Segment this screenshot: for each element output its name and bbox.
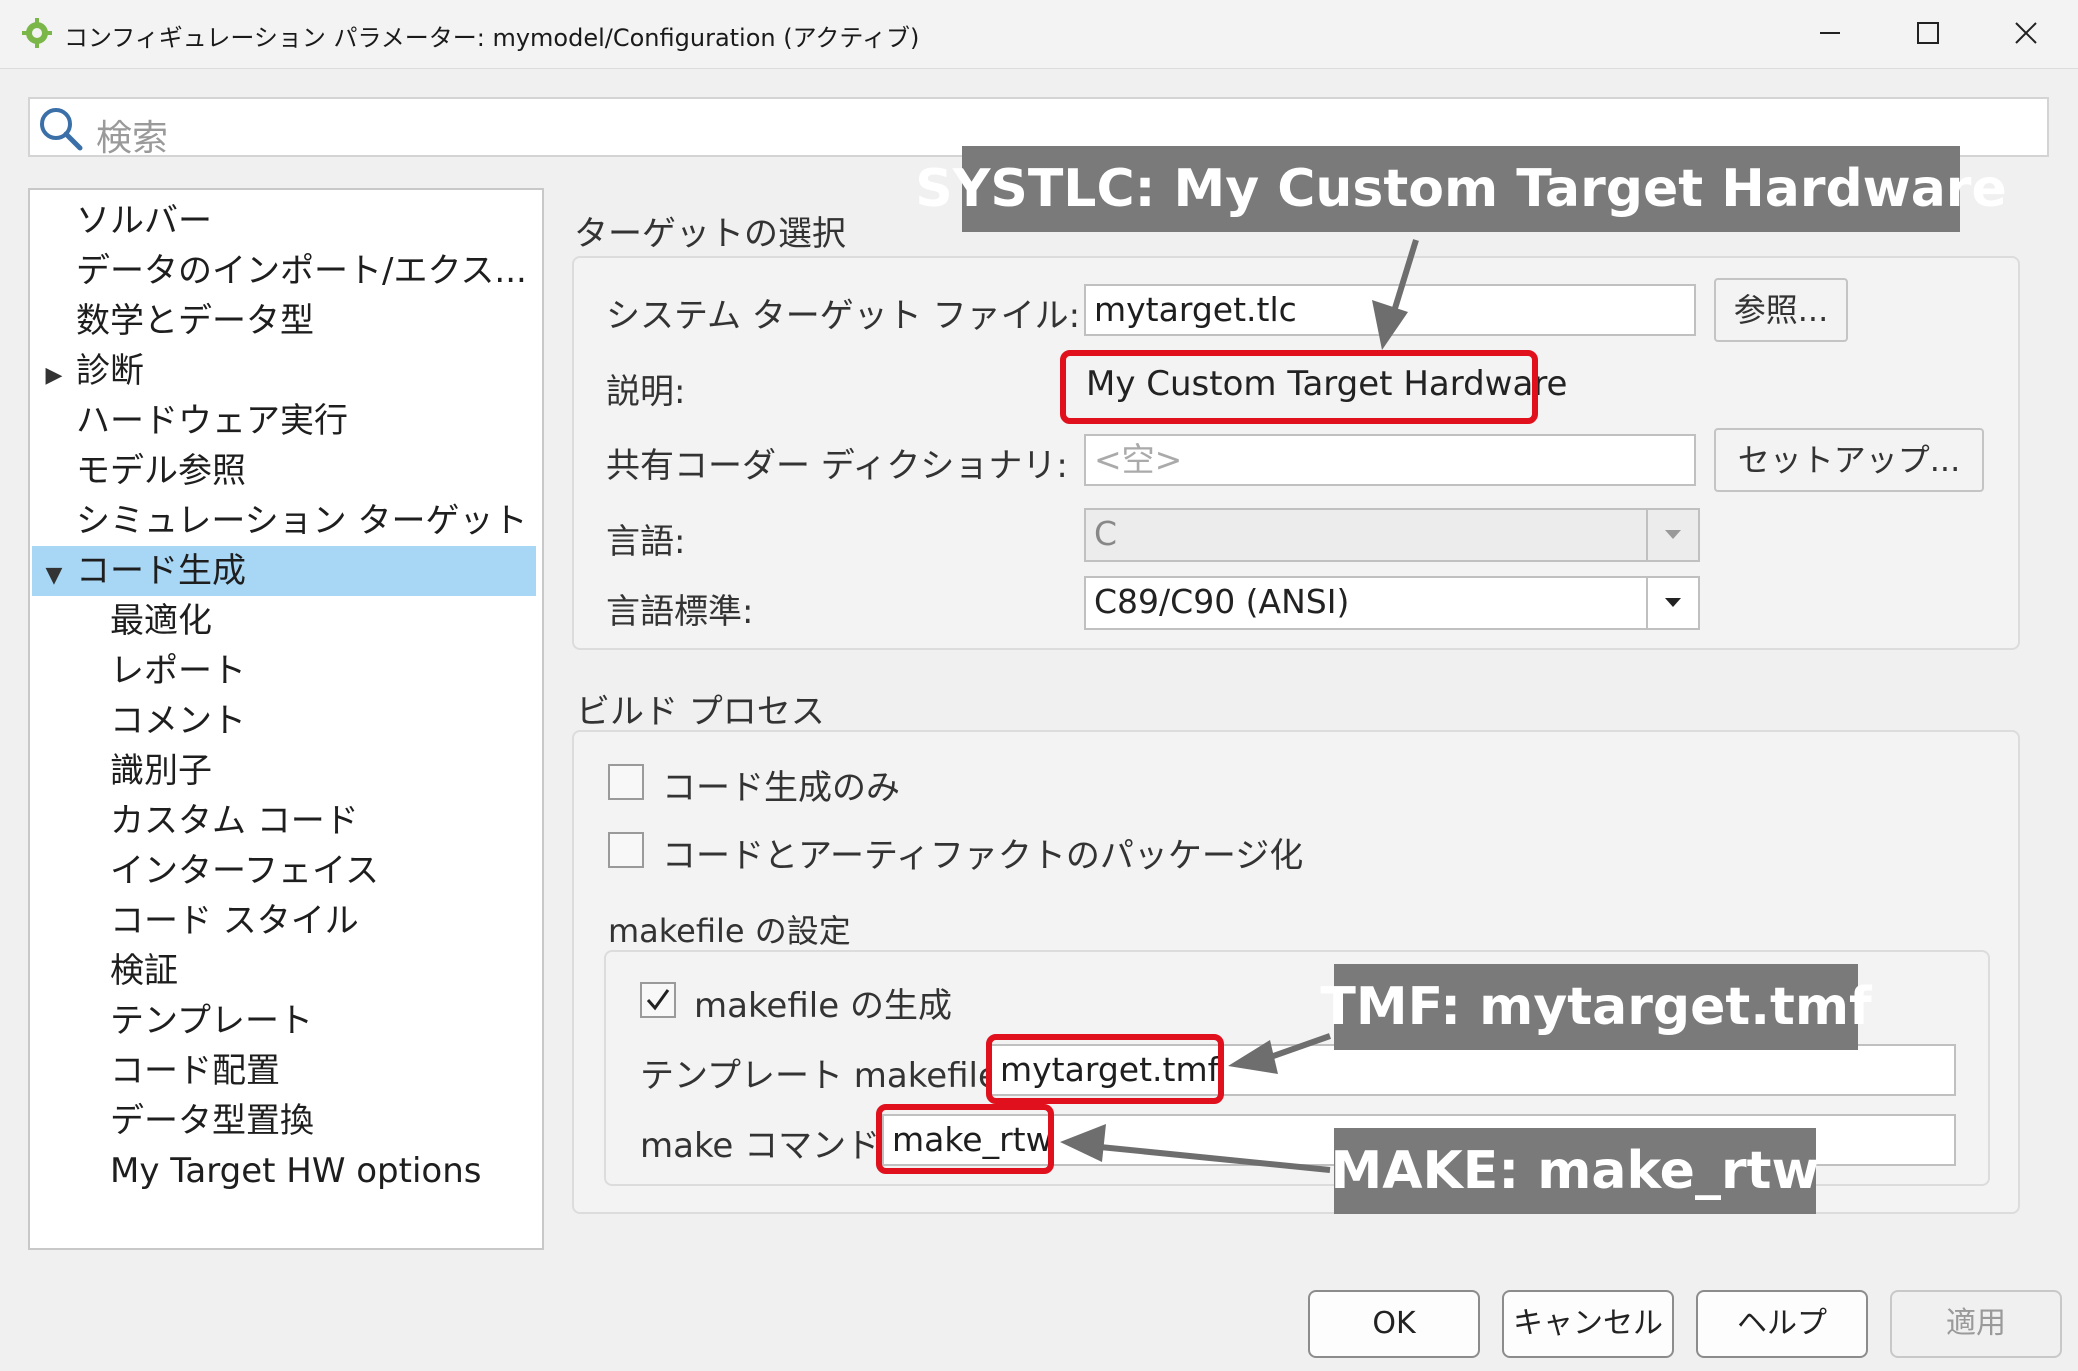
language-dropdown-button <box>1646 510 1698 560</box>
generate-makefile-checkbox[interactable] <box>640 982 676 1018</box>
language-select: C <box>1084 508 1700 562</box>
tree-item-data-type-replacement[interactable]: データ型置換 <box>32 1096 536 1146</box>
tree-item-code-style[interactable]: コード スタイル <box>32 896 536 946</box>
search-icon <box>40 108 83 151</box>
tree-item-my-target-hw-options[interactable]: My Target HW options <box>32 1146 536 1196</box>
package-label: コードとアーティファクトのパッケージ化 <box>662 836 1304 876</box>
gear-app-icon <box>22 18 52 48</box>
chevron-down-icon <box>1665 598 1681 607</box>
window-title: コンフィギュレーション パラメーター: mymodel/Configuratio… <box>64 24 920 52</box>
tree-item-interface[interactable]: インターフェイス <box>32 846 536 896</box>
description-highlight <box>1060 350 1538 424</box>
systlc-callout: SYSTLC: My Custom Target Hardware <box>915 146 2007 232</box>
language-label: 言語: <box>606 522 686 562</box>
make-callout: MAKE: make_rtw <box>1331 1128 1820 1214</box>
tree-item-diagnostics[interactable]: ▶ 診断 <box>32 346 536 396</box>
collapse-arrow-icon[interactable]: ▼ <box>32 551 76 601</box>
tree-item-data-import-export[interactable]: データのインポート/エクス... <box>32 246 536 296</box>
language-standard-label: 言語標準: <box>606 592 754 632</box>
expand-arrow-icon[interactable]: ▶ <box>32 351 76 401</box>
minimize-icon <box>1820 32 1840 34</box>
tree-item-templates[interactable]: テンプレート <box>32 996 536 1046</box>
checkmark-icon <box>646 989 670 1011</box>
maximize-button[interactable] <box>1898 10 1958 56</box>
generate-makefile-label: makefile の生成 <box>694 986 952 1026</box>
shared-dictionary-input[interactable]: <空> <box>1084 434 1696 486</box>
description-label: 説明: <box>606 372 686 412</box>
system-target-label: システム ターゲット ファイル: <box>606 296 1081 336</box>
tree-item-model-referencing[interactable]: モデル参照 <box>32 446 536 496</box>
makefile-section-title: makefile の設定 <box>608 912 851 950</box>
tree-item-report[interactable]: レポート <box>32 646 536 696</box>
tree-list: ソルバー データのインポート/エクス... 数学とデータ型 ▶ 診断 ハードウェア… <box>32 196 536 1196</box>
setup-button[interactable]: セットアップ... <box>1714 428 1984 492</box>
maximize-icon <box>1917 22 1939 44</box>
package-checkbox[interactable] <box>608 832 644 868</box>
tree-item-math-data-types[interactable]: 数学とデータ型 <box>32 296 536 346</box>
tree-item-simulation-target[interactable]: シミュレーション ターゲット <box>32 496 536 546</box>
codegen-only-checkbox[interactable] <box>608 764 644 800</box>
target-section-title: ターゲットの選択 <box>574 214 846 254</box>
close-button[interactable] <box>1996 10 2056 56</box>
shared-dictionary-label: 共有コーダー ディクショナリ: <box>606 446 1068 486</box>
chevron-down-icon <box>1665 530 1681 539</box>
language-value: C <box>1094 514 1118 553</box>
template-makefile-highlight <box>986 1034 1224 1104</box>
tree-item-hardware[interactable]: ハードウェア実行 <box>32 396 536 446</box>
language-standard-select[interactable]: C89/C90 (ANSI) <box>1084 576 1700 630</box>
build-section-title: ビルド プロセス <box>576 692 825 732</box>
language-standard-value: C89/C90 (ANSI) <box>1094 582 1350 621</box>
make-command-highlight <box>876 1104 1054 1174</box>
tree-item-solver[interactable]: ソルバー <box>32 196 536 246</box>
tree-item-verification[interactable]: 検証 <box>32 946 536 996</box>
tree-item-code-generation[interactable]: ▼ コード生成 <box>32 546 536 596</box>
help-button[interactable]: ヘルプ <box>1696 1290 1868 1358</box>
tmf-callout: TMF: mytarget.tmf <box>1320 964 1872 1050</box>
codegen-only-label: コード生成のみ <box>662 768 900 808</box>
search-placeholder: 検索 <box>96 118 169 159</box>
ok-button[interactable]: OK <box>1308 1290 1480 1358</box>
tree-item-code-placement[interactable]: コード配置 <box>32 1046 536 1096</box>
minimize-button[interactable] <box>1800 10 1860 56</box>
apply-button: 適用 <box>1890 1290 2062 1358</box>
language-standard-dropdown-button[interactable] <box>1646 578 1698 628</box>
tree-item-optimization[interactable]: 最適化 <box>32 596 536 646</box>
tree-item-comments[interactable]: コメント <box>32 696 536 746</box>
tree-item-custom-code[interactable]: カスタム コード <box>32 796 536 846</box>
template-makefile-label: テンプレート makefile: <box>640 1056 1011 1096</box>
tree-item-identifiers[interactable]: 識別子 <box>32 746 536 796</box>
close-icon <box>2015 22 2037 44</box>
browse-button[interactable]: 参照... <box>1714 278 1848 342</box>
make-command-label: make コマンド: <box>640 1126 892 1166</box>
system-target-input[interactable]: mytarget.tlc <box>1084 284 1696 336</box>
cancel-button[interactable]: キャンセル <box>1502 1290 1674 1358</box>
